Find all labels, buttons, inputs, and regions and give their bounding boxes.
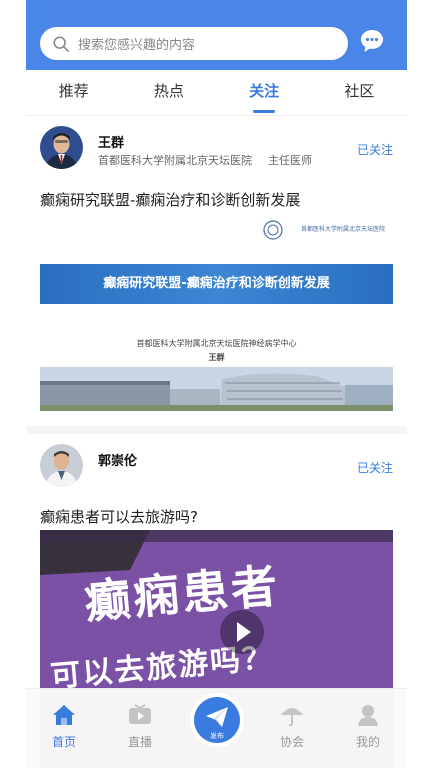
feed-divider [26, 426, 407, 434]
nav-association-label: 协会 [279, 735, 304, 749]
publish-label: 发布 [210, 732, 224, 740]
bottom-nav: 首页 直播 发布 协会 我的 [26, 688, 407, 768]
feed-tabs: 推荐 热点 关注 社区 [26, 70, 407, 116]
search-input[interactable]: 搜索您感兴趣的内容 [78, 34, 195, 53]
follow-button[interactable]: 已关注 [357, 141, 393, 158]
hospital-logo-icon [263, 220, 283, 240]
tab-recommend[interactable]: 推荐 [26, 70, 121, 115]
tab-community[interactable]: 社区 [312, 70, 407, 115]
nav-live-label: 直播 [127, 735, 152, 749]
home-icon [53, 705, 75, 725]
message-icon[interactable] [359, 28, 385, 54]
search-icon [53, 35, 70, 52]
user-icon [358, 705, 378, 726]
video-icon [129, 704, 151, 724]
author-name[interactable]: 王群 [98, 132, 124, 151]
nav-home[interactable]: 首页 [34, 703, 94, 750]
follow-button[interactable]: 已关注 [357, 459, 393, 476]
post-title[interactable]: 癫痫患者可以去旅游吗? [40, 506, 198, 527]
app-screen: 搜索您感兴趣的内容 推荐 热点 关注 社区 王群 首都医科大学附属北京天坛医院 … [26, 0, 407, 768]
top-header: 搜索您感兴趣的内容 [26, 0, 407, 70]
avatar[interactable] [40, 444, 83, 487]
nav-home-label: 首页 [51, 735, 76, 749]
banner-title: 癫痫研究联盟-癫痫治疗和诊断创新发展 [40, 264, 393, 304]
author-hospital: 首都医科大学附属北京天坛医院 [98, 154, 252, 167]
post-title[interactable]: 癫痫研究联盟-癫痫治疗和诊断创新发展 [40, 189, 300, 210]
umbrella-icon [281, 708, 303, 727]
paper-plane-icon [206, 707, 228, 727]
search-bar[interactable]: 搜索您感兴趣的内容 [40, 27, 348, 60]
tab-hot[interactable]: 热点 [121, 70, 216, 115]
banner-speaker: 王群 [208, 353, 225, 362]
tab-following[interactable]: 关注 [217, 70, 312, 115]
author-meta: 首都医科大学附属北京天坛医院 主任医师 [98, 152, 312, 168]
avatar[interactable] [40, 126, 83, 169]
banner-subtitle: 首都医科大学附属北京天坛医院神经病学中心 [136, 339, 297, 348]
hospital-building-illustration [40, 367, 393, 411]
author-name[interactable]: 郭崇伦 [98, 450, 137, 469]
publish-button[interactable]: 发布 [194, 697, 240, 743]
author-role: 主任医师 [268, 154, 312, 167]
play-icon[interactable] [220, 610, 264, 654]
nav-mine[interactable]: 我的 [338, 703, 398, 750]
nav-association[interactable]: 协会 [262, 703, 322, 750]
nav-mine-label: 我的 [355, 735, 380, 749]
post-image[interactable]: 首都医科大学附属北京天坛医院 癫痫研究联盟-癫痫治疗和诊断创新发展 首都医科大学… [40, 212, 393, 411]
hospital-logo-text: 首都医科大学附属北京天坛医院 [300, 226, 385, 233]
nav-live[interactable]: 直播 [110, 703, 170, 750]
post-card[interactable]: 郭崇伦 已关注 癫痫患者可以去旅游吗? [26, 434, 407, 530]
